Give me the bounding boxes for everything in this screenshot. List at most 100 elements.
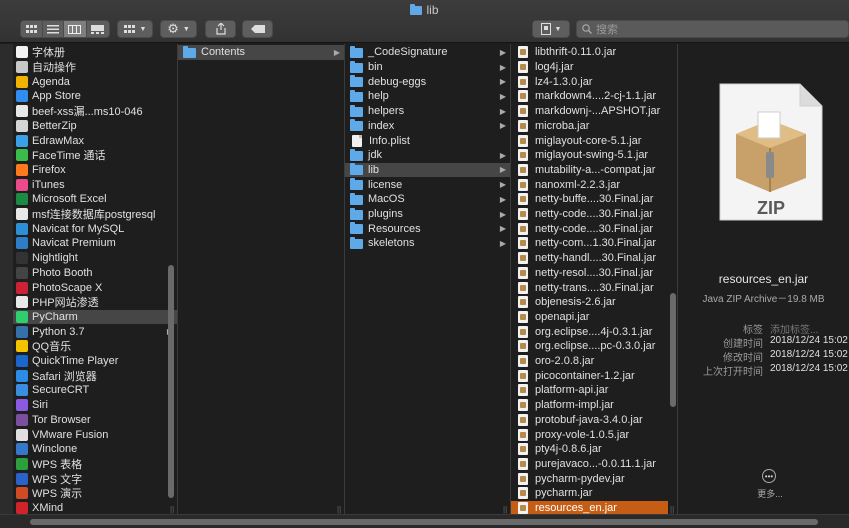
folder-item[interactable]: Resources ▶ — [345, 221, 510, 236]
application-item[interactable]: msf连接数据库postgresql — [13, 207, 177, 222]
column1-scrollbar[interactable] — [168, 265, 174, 498]
application-item[interactable]: Nightlight — [13, 251, 177, 266]
jar-file-item[interactable]: oro-2.0.8.jar — [511, 354, 668, 369]
jar-file-item[interactable]: pty4j-0.8.6.jar — [511, 442, 668, 457]
jar-file-item[interactable]: purejavaco...-0.0.11.1.jar — [511, 457, 668, 472]
folder-item[interactable]: debug-eggs ▶ — [345, 74, 510, 89]
folder-item[interactable]: index ▶ — [345, 119, 510, 134]
folder-item[interactable]: bin ▶ — [345, 60, 510, 75]
arrange-button[interactable]: ▼ — [117, 20, 153, 38]
jar-file-item[interactable]: platform-api.jar — [511, 383, 668, 398]
file-item[interactable]: Info.plist — [345, 133, 510, 148]
folder-item[interactable]: _CodeSignature ▶ — [345, 45, 510, 60]
application-item[interactable]: Navicat Premium — [13, 236, 177, 251]
application-item[interactable]: EdrawMax — [13, 133, 177, 148]
more-label[interactable]: 更多... — [678, 487, 849, 500]
application-item[interactable]: Python 3.7▶ — [13, 324, 177, 339]
application-item[interactable]: VMware Fusion — [13, 427, 177, 442]
jar-file-item[interactable]: nanoxml-2.2.3.jar — [511, 177, 668, 192]
jar-file-item[interactable]: picocontainer-1.2.jar — [511, 368, 668, 383]
jar-file-item[interactable]: microba.jar — [511, 119, 668, 134]
application-item[interactable]: Microsoft Excel — [13, 192, 177, 207]
application-item[interactable]: SecureCRT — [13, 383, 177, 398]
more-button[interactable]: ••• — [762, 469, 776, 483]
jar-file-item[interactable]: markdownj-...APSHOT.jar — [511, 104, 668, 119]
jar-file-item[interactable]: miglayout-core-5.1.jar — [511, 133, 668, 148]
share-button[interactable] — [205, 20, 236, 38]
jar-file-item[interactable]: pycharm-pydev.jar — [511, 471, 668, 486]
jar-file-item[interactable]: pycharm.jar — [511, 486, 668, 501]
jar-file-item[interactable]: platform-impl.jar — [511, 398, 668, 413]
folder-item[interactable]: jdk ▶ — [345, 148, 510, 163]
application-item[interactable]: iTunes — [13, 177, 177, 192]
application-item[interactable]: Safari 浏览器 — [13, 368, 177, 383]
action-button[interactable]: ⚙ ▼ — [160, 20, 197, 38]
application-item[interactable]: XMind — [13, 501, 177, 514]
jar-file-item[interactable]: netty-handl....30.Final.jar — [511, 251, 668, 266]
list-view-button[interactable] — [43, 21, 65, 37]
horizontal-scrollbar[interactable] — [0, 514, 849, 528]
jar-file-item[interactable]: resources_en.jar — [511, 500, 668, 514]
jar-file-item[interactable]: openapi.jar — [511, 310, 668, 325]
search-field[interactable]: 搜索 — [576, 20, 849, 38]
application-item[interactable]: Agenda — [13, 74, 177, 89]
jar-file-item[interactable]: netty-com...1.30.Final.jar — [511, 236, 668, 251]
jar-file-item[interactable]: netty-code....30.Final.jar — [511, 207, 668, 222]
application-item[interactable]: Tor Browser — [13, 413, 177, 428]
application-item[interactable]: FaceTime 通话 — [13, 148, 177, 163]
column-resize-handle[interactable]: || — [170, 505, 174, 514]
jar-file-item[interactable]: org.eclipse....pc-0.3.0.jar — [511, 339, 668, 354]
jar-file-item[interactable]: proxy-vole-1.0.5.jar — [511, 427, 668, 442]
folder-item[interactable]: lib ▶ — [345, 162, 510, 178]
jar-file-item[interactable]: netty-resol....30.Final.jar — [511, 266, 668, 281]
jar-file-item[interactable]: libthrift-0.11.0.jar — [511, 45, 668, 60]
application-item[interactable]: WPS 演示 — [13, 486, 177, 501]
folder-item[interactable]: Contents ▶ — [178, 45, 344, 60]
application-item[interactable]: PHP网站渗透 — [13, 295, 177, 310]
folder-item[interactable]: license ▶ — [345, 177, 510, 192]
jar-file-item[interactable]: lz4-1.3.0.jar — [511, 74, 668, 89]
application-item[interactable]: 自动操作 — [13, 60, 177, 75]
application-item[interactable]: Firefox — [13, 163, 177, 178]
application-item[interactable]: BetterZip — [13, 119, 177, 134]
column-resize-handle[interactable]: || — [337, 505, 341, 514]
add-tags-field[interactable]: 添加标签... — [770, 321, 818, 336]
application-item[interactable]: PhotoScape X — [13, 280, 177, 295]
column-resize-handle[interactable]: || — [503, 505, 507, 514]
folder-item[interactable]: helpers ▶ — [345, 104, 510, 119]
application-item[interactable]: WPS 表格 — [13, 457, 177, 472]
application-item[interactable]: WPS 文字 — [13, 471, 177, 486]
application-item[interactable]: beef-xss漏...ms10-046 — [13, 104, 177, 119]
jar-file-item[interactable]: miglayout-swing-5.1.jar — [511, 148, 668, 163]
folder-item[interactable]: MacOS ▶ — [345, 192, 510, 207]
jar-file-item[interactable]: markdown4....2-cj-1.1.jar — [511, 89, 668, 104]
application-item[interactable]: App Store — [13, 89, 177, 104]
application-item[interactable]: 字体册 — [13, 45, 177, 60]
column4-scrollbar[interactable] — [670, 293, 676, 407]
jar-file-item[interactable]: mutability-a...-compat.jar — [511, 163, 668, 178]
folder-item[interactable]: skeletons ▶ — [345, 236, 510, 251]
horizontal-scroll-thumb[interactable] — [30, 519, 818, 525]
application-item[interactable]: Winclone — [13, 442, 177, 457]
application-item[interactable]: Navicat for MySQL — [13, 221, 177, 236]
path-button[interactable]: ▼ — [532, 20, 570, 38]
jar-file-item[interactable]: log4j.jar — [511, 60, 668, 75]
jar-file-item[interactable]: netty-trans....30.Final.jar — [511, 280, 668, 295]
jar-file-item[interactable]: protobuf-java-3.4.0.jar — [511, 413, 668, 428]
jar-file-item[interactable]: org.eclipse....4j-0.3.1.jar — [511, 324, 668, 339]
column-view-button[interactable] — [64, 21, 87, 37]
gallery-view-button[interactable] — [87, 21, 109, 37]
jar-file-item[interactable]: objenesis-2.6.jar — [511, 295, 668, 310]
application-item[interactable]: Photo Booth — [13, 266, 177, 281]
jar-file-item[interactable]: netty-buffe....30.Final.jar — [511, 192, 668, 207]
jar-file-item[interactable]: netty-code....30.Final.jar — [511, 221, 668, 236]
application-item[interactable]: QQ音乐 — [13, 339, 177, 354]
application-item[interactable]: Siri — [13, 398, 177, 413]
folder-item[interactable]: plugins ▶ — [345, 207, 510, 222]
column-resize-handle[interactable]: || — [670, 505, 674, 514]
tag-button[interactable] — [242, 20, 273, 38]
folder-item[interactable]: help ▶ — [345, 89, 510, 104]
application-item[interactable]: PyCharm — [13, 309, 177, 325]
icon-view-button[interactable] — [21, 21, 43, 37]
application-item[interactable]: QuickTime Player — [13, 354, 177, 369]
